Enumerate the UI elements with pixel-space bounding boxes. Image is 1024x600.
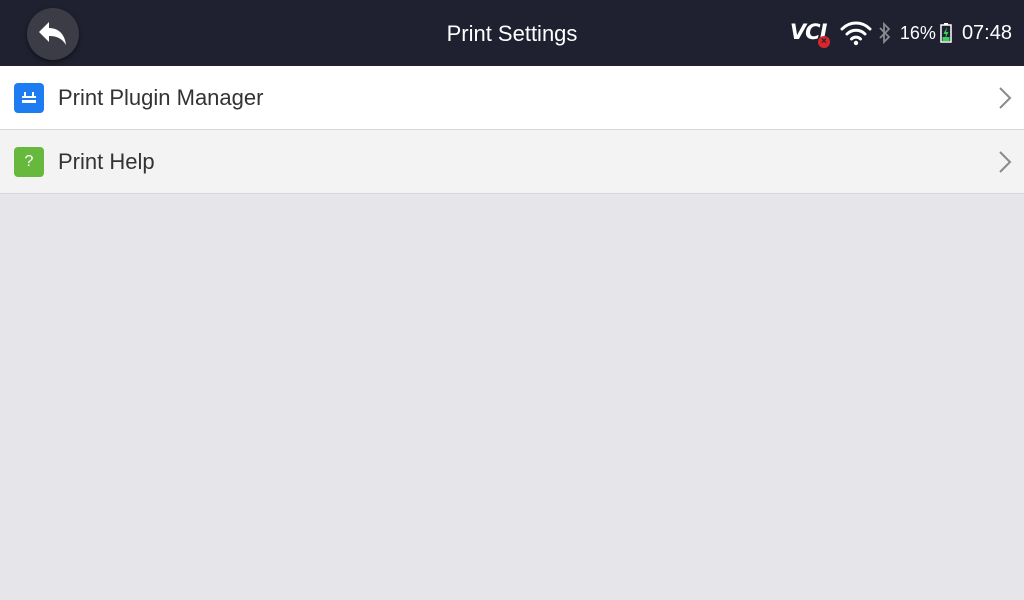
wifi-icon — [840, 21, 872, 46]
disconnected-x-icon: × — [817, 36, 830, 48]
back-button[interactable] — [27, 8, 79, 60]
top-bar: Print Settings VCI × 16% 07:48 — [0, 0, 1024, 66]
status-bar: VCI × 16% 07:48 — [790, 0, 1012, 66]
menu-item-label: Print Plugin Manager — [58, 84, 264, 110]
menu-item-print-plugin-manager[interactable]: Print Plugin Manager — [0, 66, 1024, 130]
chevron-right-icon — [999, 151, 1012, 173]
plugin-icon — [14, 82, 44, 113]
clock: 07:48 — [961, 21, 1012, 44]
back-arrow-icon — [39, 22, 66, 45]
vci-status: VCI × — [790, 18, 830, 48]
help-question-icon: ? — [14, 146, 44, 177]
chevron-right-icon — [999, 87, 1012, 109]
battery-charging-icon — [940, 23, 952, 43]
menu-item-print-help[interactable]: ? Print Help — [0, 130, 1024, 194]
settings-list: Print Plugin Manager ? Print Help — [0, 66, 1024, 194]
bluetooth-icon — [879, 22, 891, 44]
battery-percent: 16% — [899, 22, 936, 43]
menu-item-label: Print Help — [58, 148, 155, 174]
